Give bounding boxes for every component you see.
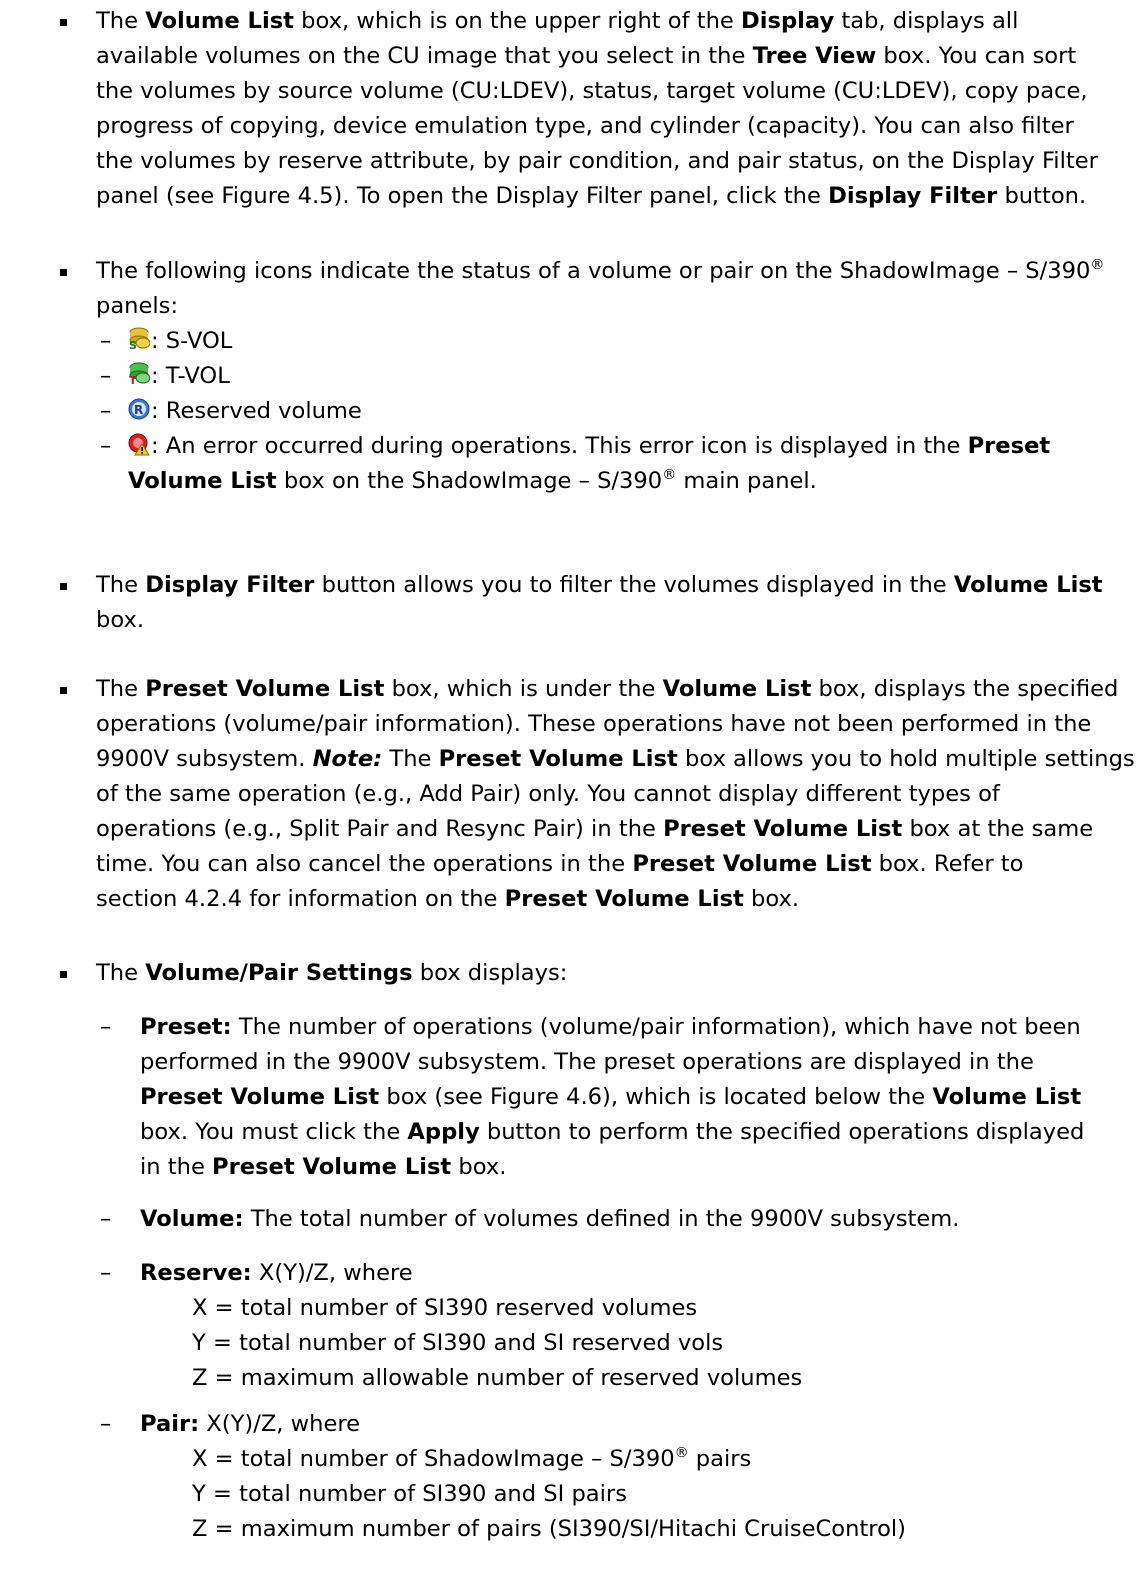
text-line: The Volume/Pair Settings box displays: xyxy=(96,960,568,986)
dash: – xyxy=(100,1411,112,1437)
dash: – xyxy=(100,1260,112,1286)
s-vol-icon: S xyxy=(128,327,151,352)
text-line: Z = maximum allowable number of reserved… xyxy=(192,1365,803,1391)
text-line: in the Preset Volume List box. xyxy=(140,1154,507,1180)
settings-pair: – Pair: X(Y)/Z, where X = total number o… xyxy=(100,1407,1140,1547)
list-item: – R : Reserved volume xyxy=(100,394,1140,429)
svg-text:S: S xyxy=(129,339,137,351)
list-item: – S : S-VOL xyxy=(100,324,1140,359)
dash: – xyxy=(100,1014,112,1040)
text-line: The Volume List box, which is on the upp… xyxy=(96,8,1019,34)
text-line: box. xyxy=(96,607,145,633)
bullet-marker xyxy=(60,971,67,978)
bullet-marker xyxy=(60,19,67,26)
text-line: Y = total number of SI390 and SI reserve… xyxy=(192,1330,724,1356)
text-line: the volumes by reserve attribute, by pai… xyxy=(96,148,1098,174)
text-line: operations (volume/pair information). Th… xyxy=(96,711,1092,737)
text-line: Volume List box on the ShadowImage – S/3… xyxy=(128,467,817,494)
text-line: 9900V subsystem. Note: The Preset Volume… xyxy=(96,746,1135,772)
text-line: Preset Volume List box (see Figure 4.6),… xyxy=(140,1084,1082,1110)
text-line: the volumes by source volume (CU:LDEV), … xyxy=(96,78,1088,104)
text-line: of the same operation (e.g., Add Pair) o… xyxy=(96,781,1000,807)
bullet-marker xyxy=(60,583,67,590)
text-line: – Preset: The number of operations (volu… xyxy=(100,1010,1140,1045)
bullet-marker xyxy=(60,687,67,694)
bullet-marker xyxy=(60,269,67,276)
reserved-volume-icon: R xyxy=(128,397,150,420)
svg-text:T: T xyxy=(129,374,137,386)
text-line: time. You can also cancel the operations… xyxy=(96,851,1024,877)
settings-volume: – Volume: The total number of volumes de… xyxy=(100,1202,1140,1237)
text-line: Y = total number of SI390 and SI pairs xyxy=(192,1481,627,1507)
t-vol-icon: T xyxy=(128,362,151,387)
dash: – xyxy=(100,398,112,424)
text-line: section 4.2.4 for information on the Pre… xyxy=(96,886,800,912)
text-line: The Display Filter button allows you to … xyxy=(96,572,1103,598)
list-item: – : An error occurred during operations.… xyxy=(100,429,1140,464)
dash: – xyxy=(100,433,112,459)
dash: – xyxy=(100,328,112,354)
dash: – xyxy=(100,1206,112,1232)
error-icon xyxy=(128,432,150,456)
dash: – xyxy=(100,363,112,389)
text-line: panels: xyxy=(96,293,179,319)
text-line: – Volume: The total number of volumes de… xyxy=(100,1202,1140,1237)
text-line: – Pair: X(Y)/Z, where xyxy=(100,1407,1140,1442)
text-line: progress of copying, device emulation ty… xyxy=(96,113,1074,139)
text-line: – Reserve: X(Y)/Z, where xyxy=(100,1256,1140,1291)
icon-legend-list: – S : S-VOL – T: T-VOL – R: Reserved v… xyxy=(100,324,1140,499)
text-line: The following icons indicate the status … xyxy=(96,257,1105,284)
text-line: panel (see Figure 4.5). To open the Disp… xyxy=(96,183,1087,209)
svg-text:R: R xyxy=(134,403,143,417)
text-line: available volumes on the CU image that y… xyxy=(96,43,1077,69)
list-item: – T : T-VOL xyxy=(100,359,1140,394)
text-line: Z = maximum number of pairs (SI390/SI/Hi… xyxy=(192,1516,906,1542)
text-line: operations (e.g., Split Pair and Resync … xyxy=(96,816,1094,842)
text-line: box. You must click the Apply button to … xyxy=(140,1119,1085,1145)
text-line: performed in the 9900V subsystem. The pr… xyxy=(140,1049,1034,1075)
settings-preset: – Preset: The number of operations (volu… xyxy=(100,1010,1140,1185)
text-line: X = total number of ShadowImage – S/390®… xyxy=(192,1445,752,1472)
text-line: The Preset Volume List box, which is und… xyxy=(96,676,1119,702)
text-line: X = total number of SI390 reserved volum… xyxy=(192,1295,698,1321)
settings-reserve: – Reserve: X(Y)/Z, where X = total numbe… xyxy=(100,1256,1140,1396)
